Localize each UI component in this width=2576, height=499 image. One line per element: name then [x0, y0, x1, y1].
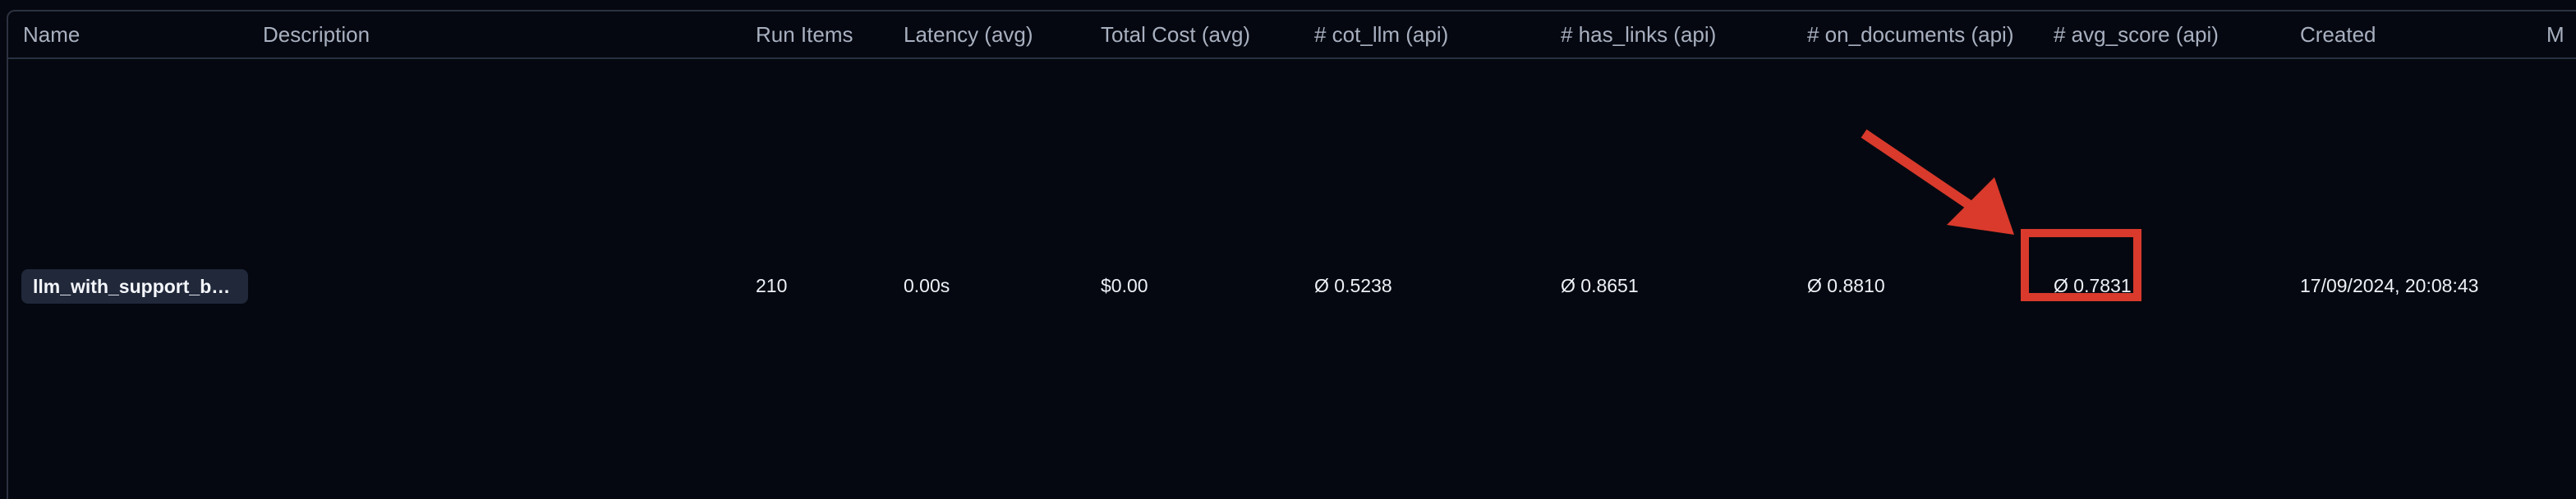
- runs-table: Name Description Run Items Latency (avg)…: [7, 10, 2576, 499]
- total-cost-value: $0.00: [1101, 275, 1148, 296]
- column-header-run-items[interactable]: Run Items: [756, 22, 853, 47]
- column-header-on-documents[interactable]: # on_documents (api): [1807, 22, 2013, 47]
- created-value: 17/09/2024, 20:08:43: [2300, 275, 2479, 296]
- on-documents-value: Ø 0.8810: [1807, 275, 1885, 296]
- column-header-has-links[interactable]: # has_links (api): [1561, 22, 1716, 47]
- table-header-row: Name Description Run Items Latency (avg)…: [8, 11, 2576, 59]
- table-row[interactable]: llm_with_support_b… 210 0.00s $0.00 Ø 0.…: [8, 59, 2576, 499]
- column-header-name[interactable]: Name: [23, 22, 80, 47]
- has-links-value: Ø 0.8651: [1561, 275, 1639, 296]
- column-header-created[interactable]: Created: [2300, 22, 2376, 47]
- highlight-box: [2021, 229, 2141, 301]
- column-header-latency[interactable]: Latency (avg): [904, 22, 1033, 47]
- column-header-avg-score[interactable]: # avg_score (api): [2054, 22, 2219, 47]
- run-name-badge[interactable]: llm_with_support_b…: [21, 269, 248, 304]
- column-header-cot-llm[interactable]: # cot_llm (api): [1314, 22, 1448, 47]
- run-items-value: 210: [756, 275, 788, 296]
- column-header-truncated[interactable]: M: [2546, 22, 2564, 47]
- cot-llm-value: Ø 0.5238: [1314, 275, 1392, 296]
- latency-value: 0.00s: [904, 275, 950, 296]
- column-header-description[interactable]: Description: [263, 22, 370, 47]
- column-header-total-cost[interactable]: Total Cost (avg): [1101, 22, 1250, 47]
